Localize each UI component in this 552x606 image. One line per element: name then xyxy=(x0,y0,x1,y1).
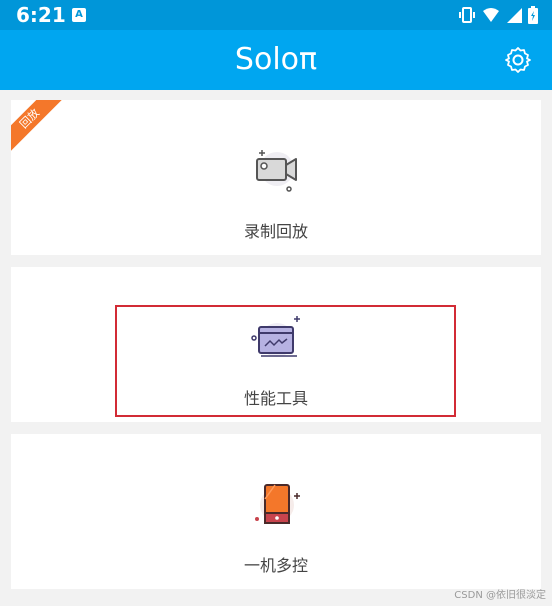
vibrate-icon xyxy=(459,7,475,23)
phone-icon xyxy=(255,484,300,524)
wifi-icon xyxy=(483,8,499,22)
status-time: 6:21 xyxy=(16,3,66,27)
notification-icon: A xyxy=(72,8,86,22)
video-camera-icon xyxy=(256,150,297,192)
watermark: CSDN @依旧很淡定 xyxy=(454,590,546,601)
battery-icon xyxy=(528,6,538,24)
playback-badge: 回放 xyxy=(11,100,66,155)
app-bar: Soloπ xyxy=(0,30,552,90)
performance-tools-label: 性能工具 xyxy=(243,389,308,408)
record-playback-card[interactable]: 回放 录制回放 xyxy=(11,100,541,255)
app-title: Soloπ xyxy=(234,42,318,77)
status-icons xyxy=(458,6,538,24)
signal-icon xyxy=(507,8,522,23)
record-playback-label: 录制回放 xyxy=(243,222,308,241)
multi-device-control-card[interactable]: 一机多控 xyxy=(11,434,541,589)
performance-tools-card[interactable]: 性能工具 xyxy=(11,267,541,422)
performance-window-icon xyxy=(251,316,300,357)
gear-icon[interactable] xyxy=(504,46,532,74)
multi-device-control-label: 一机多控 xyxy=(243,556,308,575)
status-bar: 6:21 A xyxy=(0,0,552,30)
